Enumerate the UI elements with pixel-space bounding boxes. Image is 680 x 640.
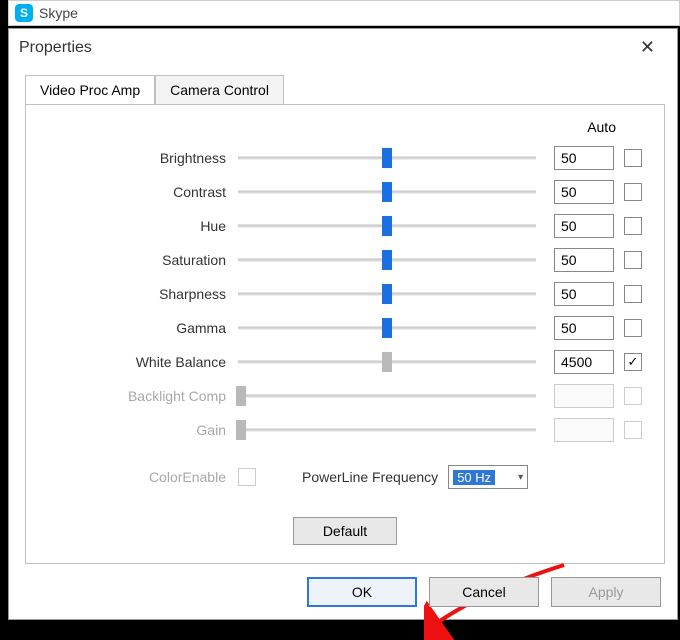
slider-label: Hue (48, 218, 238, 234)
app-window: S Skype (8, 0, 680, 26)
slider-thumb[interactable] (382, 148, 392, 168)
slider-label: Sharpness (48, 286, 238, 302)
slider-track[interactable] (238, 352, 536, 372)
powerline-frequency-select[interactable]: 50 Hz ▾ (448, 465, 528, 489)
slider-label: Backlight Comp (48, 388, 238, 404)
auto-checkbox[interactable]: ✓ (624, 353, 642, 371)
slider-track[interactable] (238, 250, 536, 270)
slider-label: Contrast (48, 184, 238, 200)
slider-value-field[interactable]: 50 (554, 146, 614, 170)
slider-thumb[interactable] (382, 352, 392, 372)
slider-thumb[interactable] (382, 182, 392, 202)
slider-track[interactable] (238, 216, 536, 236)
slider-row: Backlight Comp (48, 379, 642, 413)
skype-icon: S (15, 4, 33, 22)
slider-track (238, 386, 536, 406)
slider-track[interactable] (238, 284, 536, 304)
auto-checkbox[interactable] (624, 217, 642, 235)
powerline-frequency-label: PowerLine Frequency (302, 469, 438, 485)
slider-value-field[interactable]: 4500 (554, 350, 614, 374)
slider-thumb[interactable] (382, 318, 392, 338)
ok-button[interactable]: OK (307, 577, 417, 607)
default-button[interactable]: Default (293, 517, 397, 545)
slider-track[interactable] (238, 182, 536, 202)
dialog-button-row: OK Cancel Apply (307, 577, 661, 607)
colorenable-checkbox (238, 468, 256, 486)
slider-row: Saturation 50 (48, 243, 642, 277)
auto-checkbox (624, 421, 642, 439)
slider-value-field (554, 384, 614, 408)
app-titlebar: S Skype (9, 1, 679, 25)
slider-thumb[interactable] (382, 216, 392, 236)
dialog-title: Properties (19, 39, 92, 57)
cancel-button[interactable]: Cancel (429, 577, 539, 607)
slider-label: Gain (48, 422, 238, 438)
close-icon[interactable]: ✕ (630, 35, 665, 60)
tab-camera-control[interactable]: Camera Control (155, 75, 284, 105)
tab-video-proc-amp[interactable]: Video Proc Amp (25, 75, 155, 105)
slider-value-field (554, 418, 614, 442)
slider-thumb (236, 420, 246, 440)
slider-value-field[interactable]: 50 (554, 214, 614, 238)
properties-dialog: Properties ✕ Video Proc Amp Camera Contr… (8, 28, 678, 620)
slider-track[interactable] (238, 318, 536, 338)
slider-row: Hue 50 (48, 209, 642, 243)
apply-button[interactable]: Apply (551, 577, 661, 607)
chevron-down-icon: ▾ (518, 472, 523, 483)
slider-label: Brightness (48, 150, 238, 166)
slider-value-field[interactable]: 50 (554, 282, 614, 306)
slider-row: Gain (48, 413, 642, 447)
slider-value-field[interactable]: 50 (554, 180, 614, 204)
slider-thumb (236, 386, 246, 406)
slider-value-field[interactable]: 50 (554, 316, 614, 340)
tab-container: Video Proc Amp Camera Control Auto Brigh… (25, 74, 665, 564)
auto-checkbox[interactable] (624, 251, 642, 269)
slider-row: Sharpness 50 (48, 277, 642, 311)
slider-label: Saturation (48, 252, 238, 268)
slider-label: Gamma (48, 320, 238, 336)
slider-row: Contrast 50 (48, 175, 642, 209)
auto-column-header: Auto (48, 119, 642, 135)
slider-row: Gamma 50 (48, 311, 642, 345)
slider-track[interactable] (238, 148, 536, 168)
powerline-frequency-value: 50 Hz (453, 470, 495, 485)
auto-checkbox[interactable] (624, 149, 642, 167)
slider-thumb[interactable] (382, 250, 392, 270)
tab-body: Auto Brightness50Contrast50Hue50Saturati… (25, 104, 665, 564)
auto-checkbox[interactable] (624, 285, 642, 303)
auto-checkbox[interactable] (624, 319, 642, 337)
slider-thumb[interactable] (382, 284, 392, 304)
auto-checkbox (624, 387, 642, 405)
slider-row: Brightness 50 (48, 141, 642, 175)
bottom-controls-row: ColorEnable PowerLine Frequency 50 Hz ▾ (48, 465, 642, 489)
slider-value-field[interactable]: 50 (554, 248, 614, 272)
slider-track (238, 420, 536, 440)
dialog-titlebar: Properties ✕ (9, 29, 677, 66)
colorenable-label: ColorEnable (48, 469, 238, 485)
tab-strip: Video Proc Amp Camera Control (25, 74, 665, 104)
slider-row: White Balance 4500 ✓ (48, 345, 642, 379)
slider-label: White Balance (48, 354, 238, 370)
auto-checkbox[interactable] (624, 183, 642, 201)
app-title: Skype (39, 5, 78, 21)
